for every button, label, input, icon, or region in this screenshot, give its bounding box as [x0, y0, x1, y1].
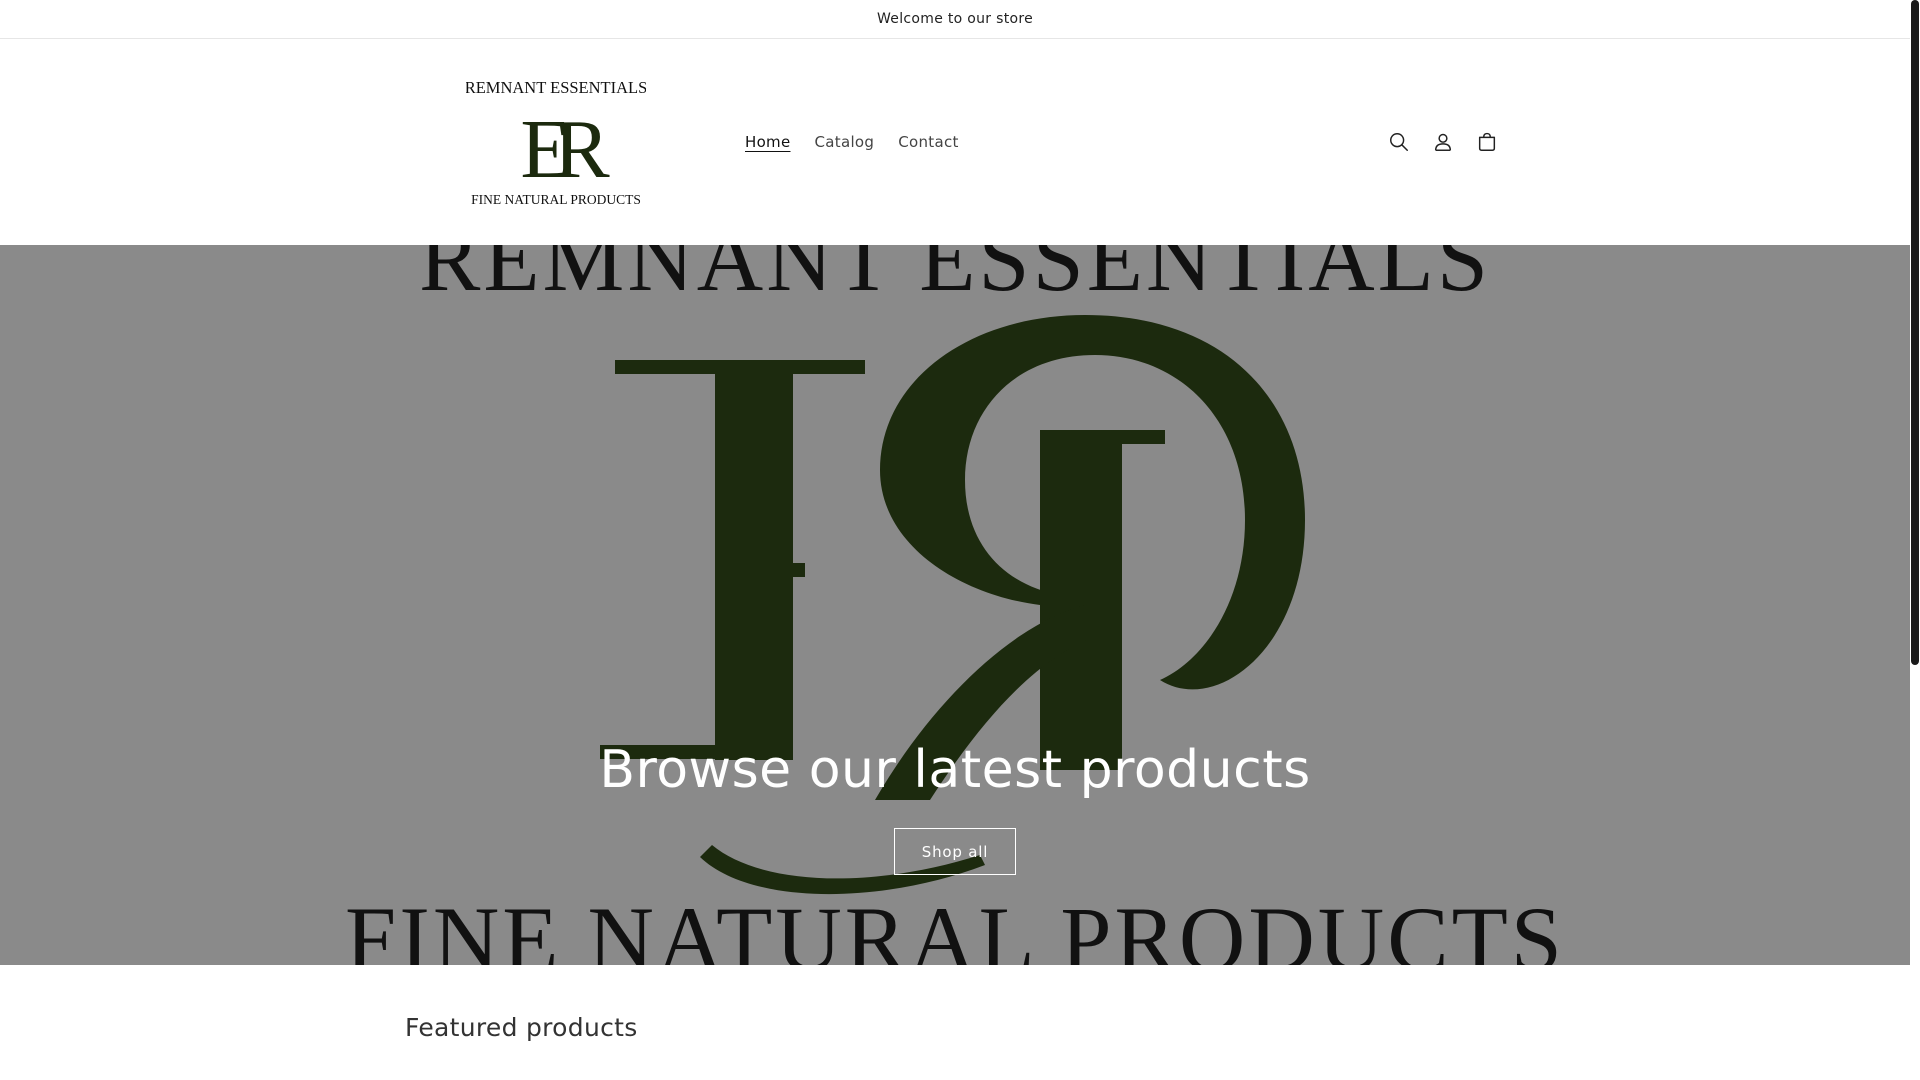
logo-monogram: ER — [520, 103, 609, 196]
logo-image[interactable]: REMNANT ESSENTIALS ER FINE NATURAL PRODU… — [466, 77, 646, 207]
search-icon — [1390, 133, 1408, 151]
announcement-bar: Welcome to our store — [0, 0, 1910, 39]
hero-banner: REMNANT ESSENTIALS FINE NATURAL PRODUCTS… — [0, 245, 1910, 965]
hero-brand-bottom-text: FINE NATURAL PRODUCTS — [345, 888, 1565, 965]
scrollbar-thumb[interactable] — [1911, 0, 1919, 665]
hero-monogram — [600, 315, 1305, 895]
hero-brand-top-text: REMNANT ESSENTIALS — [419, 245, 1491, 310]
account-button[interactable] — [1421, 120, 1465, 164]
account-icon — [1434, 133, 1452, 151]
search-button[interactable] — [1377, 120, 1421, 164]
nav-item-catalog[interactable]: Catalog — [803, 133, 887, 151]
hero-title: Browse our latest products — [599, 740, 1311, 800]
site-header: REMNANT ESSENTIALS ER FINE NATURAL PRODU… — [0, 39, 1910, 245]
header-icons — [1377, 39, 1509, 245]
announcement-text: Welcome to our store — [876, 11, 1034, 27]
store-page: Welcome to our store REMNANT ESSENTIALS … — [0, 0, 1920, 1080]
cart-icon — [1478, 132, 1496, 151]
logo-name-bottom: FINE NATURAL PRODUCTS — [471, 192, 641, 207]
store-logo[interactable]: REMNANT ESSENTIALS ER FINE NATURAL PRODU… — [466, 77, 646, 207]
featured-products-heading: Featured products — [405, 1013, 638, 1042]
nav-item-home[interactable]: Home — [733, 133, 803, 151]
nav-item-contact[interactable]: Contact — [886, 133, 970, 151]
cart-button[interactable] — [1465, 120, 1509, 164]
logo-name-top: REMNANT ESSENTIALS — [466, 78, 646, 97]
shop-all-button[interactable]: Shop all — [894, 828, 1016, 875]
main-nav: Home Catalog Contact — [733, 39, 971, 245]
